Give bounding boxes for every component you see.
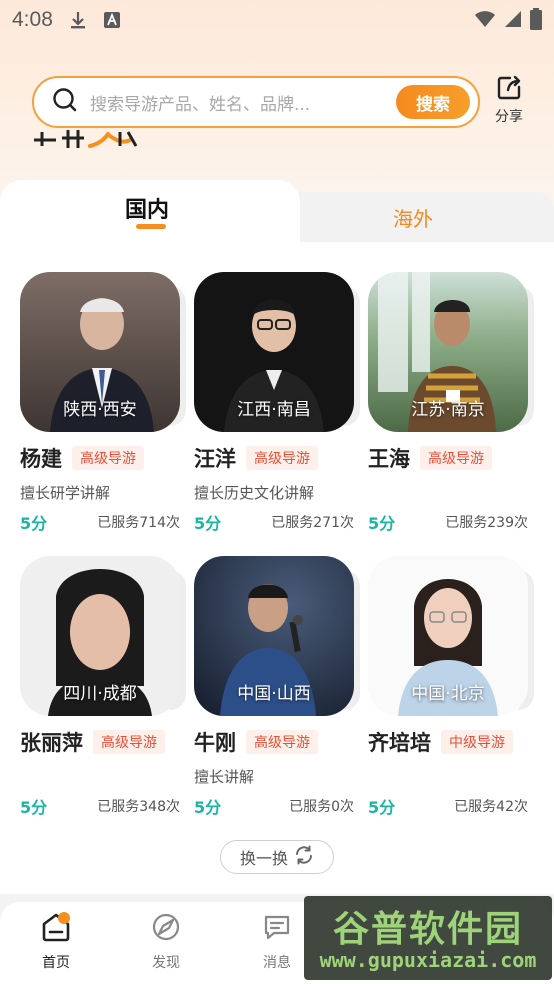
guide-photo: 中国·北京 [368,556,528,716]
watermark-url: www.gupuxiazai.com [319,948,537,972]
search-button[interactable]: 搜索 [396,85,470,119]
discover-icon [151,912,181,946]
nav-discover[interactable]: 发现 [136,912,196,972]
watermark: 谷普软件园 www.gupuxiazai.com [304,896,552,980]
guide-skill: 擅长历史文化讲解 [194,484,315,502]
banner-decoration [32,128,142,150]
guide-level-badge: 中级导游 [441,730,513,754]
refresh-button[interactable]: 换一换 [220,840,334,874]
guide-served-count: 已服务42次 [454,799,528,815]
guide-location: 中国·北京 [411,684,485,704]
guide-served-count: 已服务0次 [289,799,354,815]
guide-location: 江西·南昌 [237,400,311,420]
guide-served-count: 已服务239次 [445,515,528,531]
signal-icon [505,11,521,27]
search-icon [52,87,78,117]
nav-discover-label: 发现 [152,955,180,971]
nav-home[interactable]: 首页 [26,912,86,972]
tab-active-indicator [136,224,166,229]
guide-name: 杨建 [20,447,62,471]
region-tabs: 海外 国内 [0,180,554,242]
guide-name: 齐培培 [368,731,431,755]
guide-level-badge: 高级导游 [420,446,492,470]
status-time: 4:08 [12,8,53,31]
search-bar[interactable]: 搜索导游产品、姓名、品牌... 搜索 [32,76,480,128]
share-button[interactable]: 分享 [488,74,530,130]
nav-home-label: 首页 [42,955,70,971]
guide-photo: 江苏·南京 [368,272,528,432]
guide-served-count: 已服务714次 [97,515,180,531]
guide-rating: 5分 [368,514,396,533]
refresh-label: 换一换 [239,849,288,868]
guide-list: 陕西·西安 杨建 高级导游 擅长研学讲解 5分 已服务714次 江西·南昌 汪洋… [0,242,554,894]
refresh-icon [294,845,314,869]
guide-location: 江苏·南京 [411,400,485,420]
download-icon [69,10,87,30]
guide-photo: 陕西·西安 [20,272,180,432]
guide-rating: 5分 [20,798,48,817]
guide-rating: 5分 [20,514,48,533]
home-badge [58,912,70,924]
guide-name: 王海 [368,447,410,471]
font-icon [103,10,121,30]
watermark-title: 谷普软件园 [332,909,523,950]
guide-level-badge: 高级导游 [93,730,165,754]
share-icon [495,74,523,106]
share-label: 分享 [495,109,523,125]
guide-served-count: 已服务348次 [97,799,180,815]
search-input[interactable]: 搜索导游产品、姓名、品牌... [90,90,396,115]
tab-overseas[interactable]: 海外 [282,192,554,242]
battery-icon [530,8,542,30]
guide-name: 张丽萍 [20,731,83,755]
guide-level-badge: 高级导游 [246,730,318,754]
nav-messages[interactable]: 消息 [247,912,307,972]
guide-level-badge: 高级导游 [246,446,318,470]
status-bar: 4:08 [0,0,554,40]
status-indicators [474,8,542,30]
guide-rating: 5分 [194,798,222,817]
guide-location: 中国·山西 [237,684,311,704]
wifi-icon [475,11,495,27]
tab-domestic-label: 国内 [124,198,169,223]
message-icon [262,912,292,946]
guide-name: 牛刚 [194,731,236,755]
tab-overseas-label: 海外 [393,206,433,231]
guide-served-count: 已服务271次 [271,515,354,531]
guide-photo: 中国·山西 [194,556,354,716]
guide-photo: 江西·南昌 [194,272,354,432]
guide-photo: 四川·成都 [20,556,180,716]
guide-level-badge: 高级导游 [72,446,144,470]
guide-rating: 5分 [368,798,396,817]
nav-messages-label: 消息 [263,955,291,971]
guide-location: 四川·成都 [63,684,137,704]
tab-domestic[interactable]: 国内 [0,180,300,242]
guide-skill: 擅长研学讲解 [20,484,111,502]
guide-rating: 5分 [194,514,222,533]
guide-location: 陕西·西安 [63,400,137,420]
guide-name: 汪洋 [194,447,236,471]
guide-skill: 擅长讲解 [194,768,255,786]
